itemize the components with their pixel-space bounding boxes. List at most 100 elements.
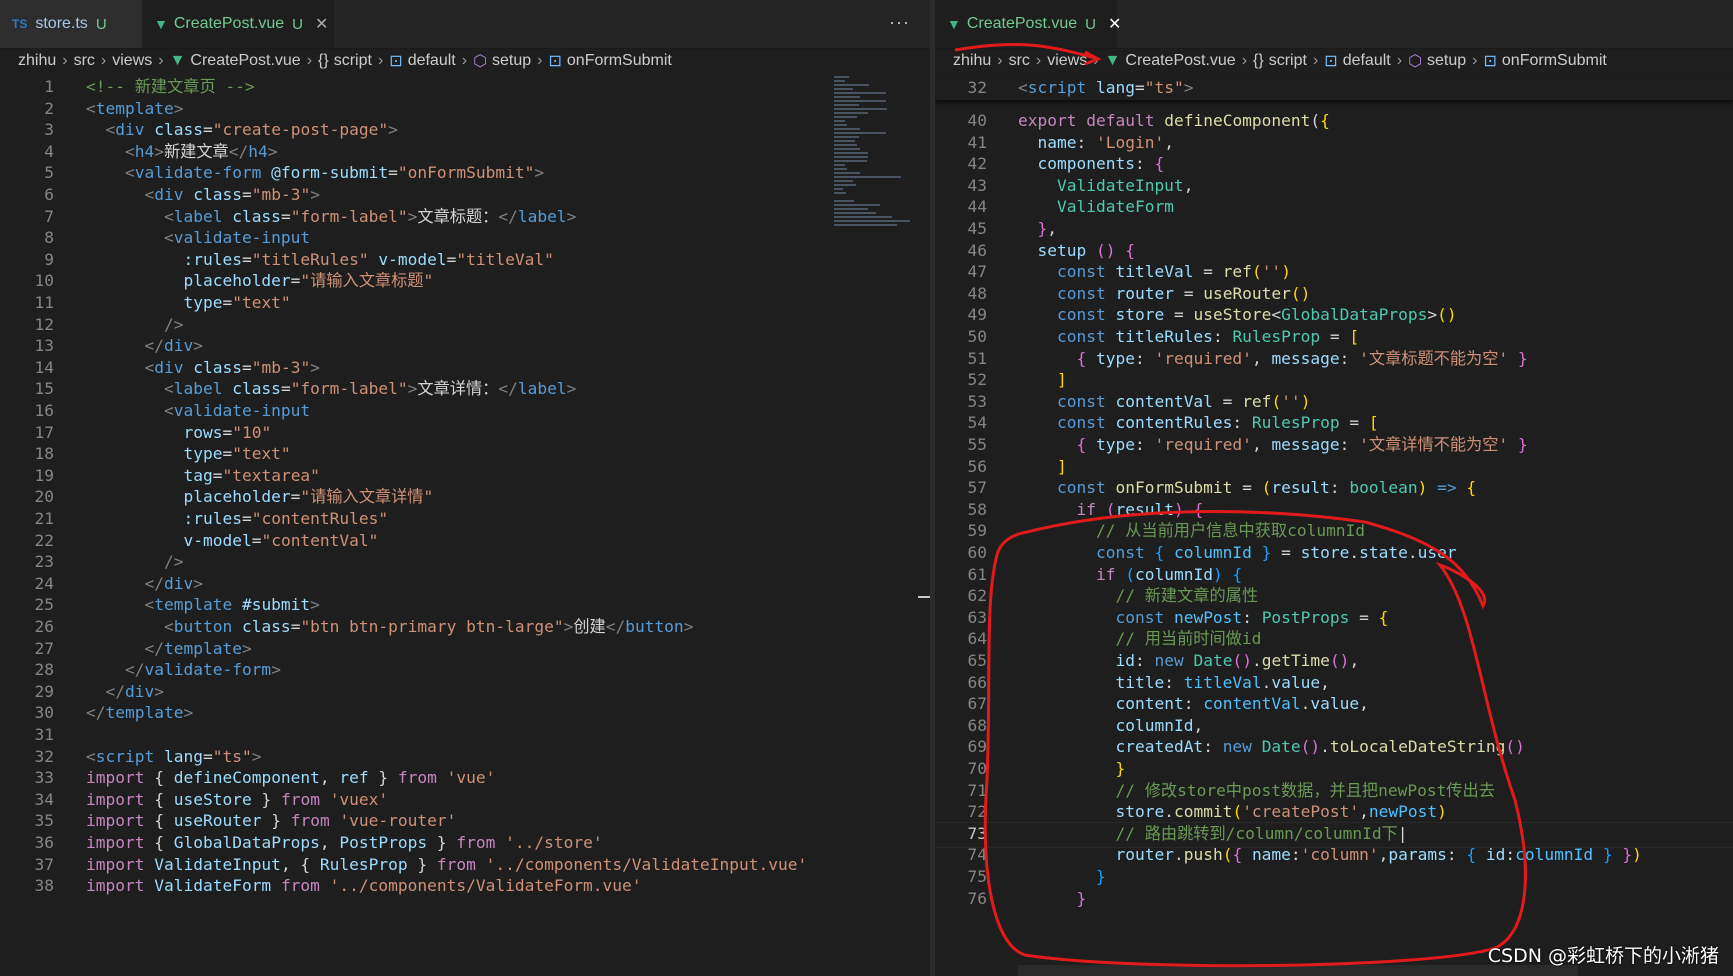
code-line[interactable]: 61 if (columnId) { xyxy=(935,563,1733,587)
code-line[interactable]: 32 <script lang="ts"> xyxy=(935,76,1733,100)
code-line[interactable]: 14 <div class="mb-3"> xyxy=(0,356,930,380)
code-line[interactable]: 9 :rules="titleRules" v-model="titleVal" xyxy=(0,248,930,272)
code-line[interactable]: 23 /> xyxy=(0,550,930,574)
code-line[interactable]: 5 <validate-form @form-submit="onFormSub… xyxy=(0,161,930,185)
breadcrumb-item[interactable]: default xyxy=(1343,52,1391,70)
sticky-scroll-header[interactable]: 32 <script lang="ts"> xyxy=(935,76,1733,100)
code-line[interactable]: 44 ValidateForm xyxy=(935,195,1733,219)
code-line[interactable]: 58 if (result) { xyxy=(935,498,1733,522)
code-line[interactable]: 36 import { GlobalDataProps, PostProps } … xyxy=(0,831,930,855)
code-line[interactable]: 47 const titleVal = ref('') xyxy=(935,260,1733,284)
code-line[interactable]: 12 /> xyxy=(0,313,930,337)
code-line[interactable]: 62 // 新建文章的属性 xyxy=(935,584,1733,608)
tab-createpost-vue[interactable]: ▼ CreatePost.vue U ✕ xyxy=(935,0,1121,48)
code-line[interactable]: 34 import { useStore } from 'vuex' xyxy=(0,788,930,812)
code-line[interactable]: 26 <button class="btn btn-primary btn-la… xyxy=(0,615,930,639)
code-line[interactable]: 18 type="text" xyxy=(0,442,930,466)
code-line[interactable]: 35 import { useRouter } from 'vue-router' xyxy=(0,809,930,833)
breadcrumb-item[interactable]: default xyxy=(408,52,456,70)
code-line[interactable]: 30 </template> xyxy=(0,701,930,725)
code-line[interactable]: 28 </validate-form> xyxy=(0,658,930,682)
code-line[interactable]: 31 xyxy=(0,723,930,747)
breadcrumb-item[interactable]: script xyxy=(1269,52,1307,70)
code-line[interactable]: 52 ] xyxy=(935,368,1733,392)
breadcrumb-item[interactable]: setup xyxy=(492,52,531,70)
code-line[interactable]: 76 } xyxy=(935,887,1733,911)
breadcrumb-item[interactable]: views xyxy=(112,52,152,70)
code-line[interactable]: 33 import { defineComponent, ref } from '… xyxy=(0,766,930,790)
breadcrumb-item[interactable]: src xyxy=(1009,52,1030,70)
breadcrumb-item[interactable]: views xyxy=(1047,52,1087,70)
code-line[interactable]: 71 // 修改store中post数据，并且把newPost传出去 xyxy=(935,779,1733,803)
code-line[interactable]: 75 } xyxy=(935,865,1733,889)
code-line[interactable]: 55 { type: 'required', message: '文章详情不能为… xyxy=(935,433,1733,457)
code-line[interactable]: 51 { type: 'required', message: '文章标题不能为… xyxy=(935,347,1733,371)
code-line[interactable]: 17 rows="10" xyxy=(0,421,930,445)
breadcrumb-item[interactable]: script xyxy=(334,52,372,70)
code-line[interactable]: 49 const store = useStore<GlobalDataProp… xyxy=(935,303,1733,327)
code-line[interactable]: 7 <label class="form-label">文章标题：</label… xyxy=(0,205,930,229)
code-line[interactable]: 48 const router = useRouter() xyxy=(935,282,1733,306)
code-line[interactable]: 67 content: contentVal.value, xyxy=(935,692,1733,716)
code-line[interactable]: 43 ValidateInput, xyxy=(935,174,1733,198)
close-icon[interactable]: ✕ xyxy=(315,14,328,34)
code-line[interactable]: 59 // 从当前用户信息中获取columnId xyxy=(935,519,1733,543)
code-line[interactable]: 70 } xyxy=(935,757,1733,781)
breadcrumb-item[interactable]: CreatePost.vue xyxy=(1125,52,1235,70)
breadcrumb-item[interactable]: zhihu xyxy=(18,52,56,70)
code-line[interactable]: 21 :rules="contentRules" xyxy=(0,507,930,531)
code-line[interactable]: 29 </div> xyxy=(0,680,930,704)
code-line[interactable]: 11 type="text" xyxy=(0,291,930,315)
code-line[interactable]: 69 createdAt: new Date().toLocaleDateStr… xyxy=(935,735,1733,759)
code-line[interactable]: 65 id: new Date().getTime(), xyxy=(935,649,1733,673)
minimap[interactable] xyxy=(832,76,912,256)
code-line[interactable]: 50 const titleRules: RulesProp = [ xyxy=(935,325,1733,349)
more-actions-icon[interactable]: ··· xyxy=(889,12,910,33)
code-line[interactable]: 22 v-model="contentVal" xyxy=(0,529,930,553)
code-line[interactable]: 10 placeholder="请输入文章标题" xyxy=(0,269,930,293)
vertical-scrollbar[interactable] xyxy=(916,76,930,976)
code-line[interactable]: 15 <label class="form-label">文章详情：</labe… xyxy=(0,377,930,401)
code-line[interactable]: 42 components: { xyxy=(935,152,1733,176)
code-line[interactable]: 16 <validate-input xyxy=(0,399,930,423)
code-line[interactable]: 27 </template> xyxy=(0,637,930,661)
code-line[interactable]: 19 tag="textarea" xyxy=(0,464,930,488)
code-line[interactable]: 74 router.push({ name:'column',params: {… xyxy=(935,843,1733,867)
code-line[interactable]: 2 <template> xyxy=(0,97,930,121)
code-line[interactable]: 46 setup () { xyxy=(935,239,1733,263)
code-line[interactable]: 13 </div> xyxy=(0,334,930,358)
code-line[interactable]: 37 import ValidateInput, { RulesProp } fr… xyxy=(0,853,930,877)
code-line[interactable]: 66 title: titleVal.value, xyxy=(935,671,1733,695)
code-line[interactable]: 3 <div class="create-post-page"> xyxy=(0,118,930,142)
code-line[interactable]: 41 name: 'Login', xyxy=(935,131,1733,155)
code-line[interactable]: 64 // 用当前时间做id xyxy=(935,627,1733,651)
code-line[interactable]: 45 }, xyxy=(935,217,1733,241)
code-line[interactable]: 6 <div class="mb-3"> xyxy=(0,183,930,207)
breadcrumb-item[interactable]: zhihu xyxy=(953,52,991,70)
code-line[interactable]: 57 const onFormSubmit = (result: boolean… xyxy=(935,476,1733,500)
code-line[interactable]: 68 columnId, xyxy=(935,714,1733,738)
code-line[interactable]: 73 // 路由跳转到/column/columnId下| xyxy=(935,822,1733,846)
code-line[interactable]: 63 const newPost: PostProps = { xyxy=(935,606,1733,630)
code-line[interactable]: 25 <template #submit> xyxy=(0,593,930,617)
breadcrumb-item[interactable]: onFormSubmit xyxy=(1502,52,1607,70)
breadcrumb-item[interactable]: setup xyxy=(1427,52,1466,70)
code-line[interactable]: 38 import ValidateForm from '../component… xyxy=(0,874,930,898)
close-icon[interactable]: ✕ xyxy=(1108,14,1121,34)
tab-store-ts[interactable]: TS store.ts U xyxy=(0,0,142,48)
code-line[interactable]: 32 <script lang="ts"> xyxy=(0,745,930,769)
tab-createpost-vue[interactable]: ▼ CreatePost.vue U ✕ xyxy=(142,0,334,48)
breadcrumb-item[interactable]: CreatePost.vue xyxy=(190,52,300,70)
code-line[interactable]: 60 const { columnId } = store.state.user xyxy=(935,541,1733,565)
breadcrumb-item[interactable]: onFormSubmit xyxy=(567,52,672,70)
code-line[interactable]: 24 </div> xyxy=(0,572,930,596)
code-line[interactable]: 56 ] xyxy=(935,455,1733,479)
breadcrumb-item[interactable]: src xyxy=(74,52,95,70)
code-line[interactable]: 1 <!-- 新建文章页 --> xyxy=(0,75,930,99)
code-line[interactable]: 20 placeholder="请输入文章详情" xyxy=(0,485,930,509)
code-line[interactable]: 72 store.commit('createPost',newPost) xyxy=(935,800,1733,824)
code-line[interactable]: 8 <validate-input xyxy=(0,226,930,250)
code-line[interactable]: 4 <h4>新建文章</h4> xyxy=(0,140,930,164)
code-line[interactable]: 54 const contentRules: RulesProp = [ xyxy=(935,411,1733,435)
code-line[interactable]: 40 export default defineComponent({ xyxy=(935,109,1733,133)
